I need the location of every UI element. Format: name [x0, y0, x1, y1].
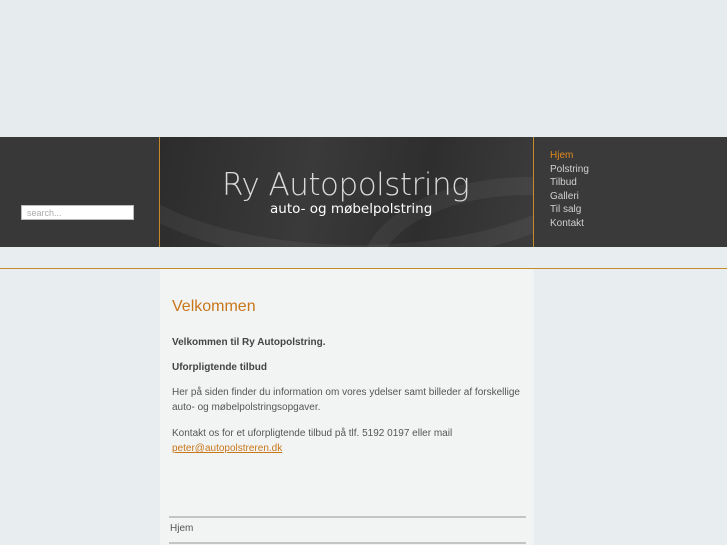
nav-item-til-salg[interactable]: Til salg — [550, 203, 589, 217]
footer-divider-top — [169, 516, 526, 518]
logo-subtitle: auto- og møbelpolstring — [270, 201, 433, 217]
intro-text: Velkommen til Ry Autopolstring. — [172, 337, 326, 348]
nav-item-polstring[interactable]: Polstring — [550, 163, 589, 177]
nav-item-galleri[interactable]: Galleri — [550, 190, 589, 204]
top-spacer — [0, 0, 727, 137]
nav-list: Hjem Polstring Tilbud Galleri Til salg K… — [550, 149, 589, 231]
nav-item-kontakt[interactable]: Kontakt — [550, 217, 589, 231]
contact-text: Kontakt os for et uforpligtende tilbud p… — [172, 428, 453, 439]
footer-divider-bottom — [169, 542, 526, 544]
banner-logo: Ry Autopolstring auto- og møbelpolstring — [160, 137, 533, 247]
contact-paragraph: Kontakt os for et uforpligtende tilbud p… — [172, 426, 527, 456]
logo-title: Ry Autopolstring — [222, 167, 470, 203]
footer-link-hjem[interactable]: Hjem — [170, 523, 193, 534]
page-title: Velkommen — [172, 298, 256, 315]
nav-item-hjem[interactable]: Hjem — [550, 149, 589, 163]
body-text: Her på siden finder du information om vo… — [172, 387, 520, 413]
search-area — [0, 137, 159, 247]
main-nav: Hjem Polstring Tilbud Galleri Til salg K… — [534, 137, 727, 247]
search-input[interactable] — [21, 205, 134, 220]
header: Ry Autopolstring auto- og møbelpolstring… — [0, 137, 727, 247]
email-link[interactable]: peter@autopolstreren.dk — [172, 443, 282, 454]
nav-item-tilbud[interactable]: Tilbud — [550, 176, 589, 190]
section-subheading: Uforpligtende tilbud — [172, 362, 267, 373]
main-content: Velkommen Velkommen til Ry Autopolstring… — [160, 269, 534, 545]
